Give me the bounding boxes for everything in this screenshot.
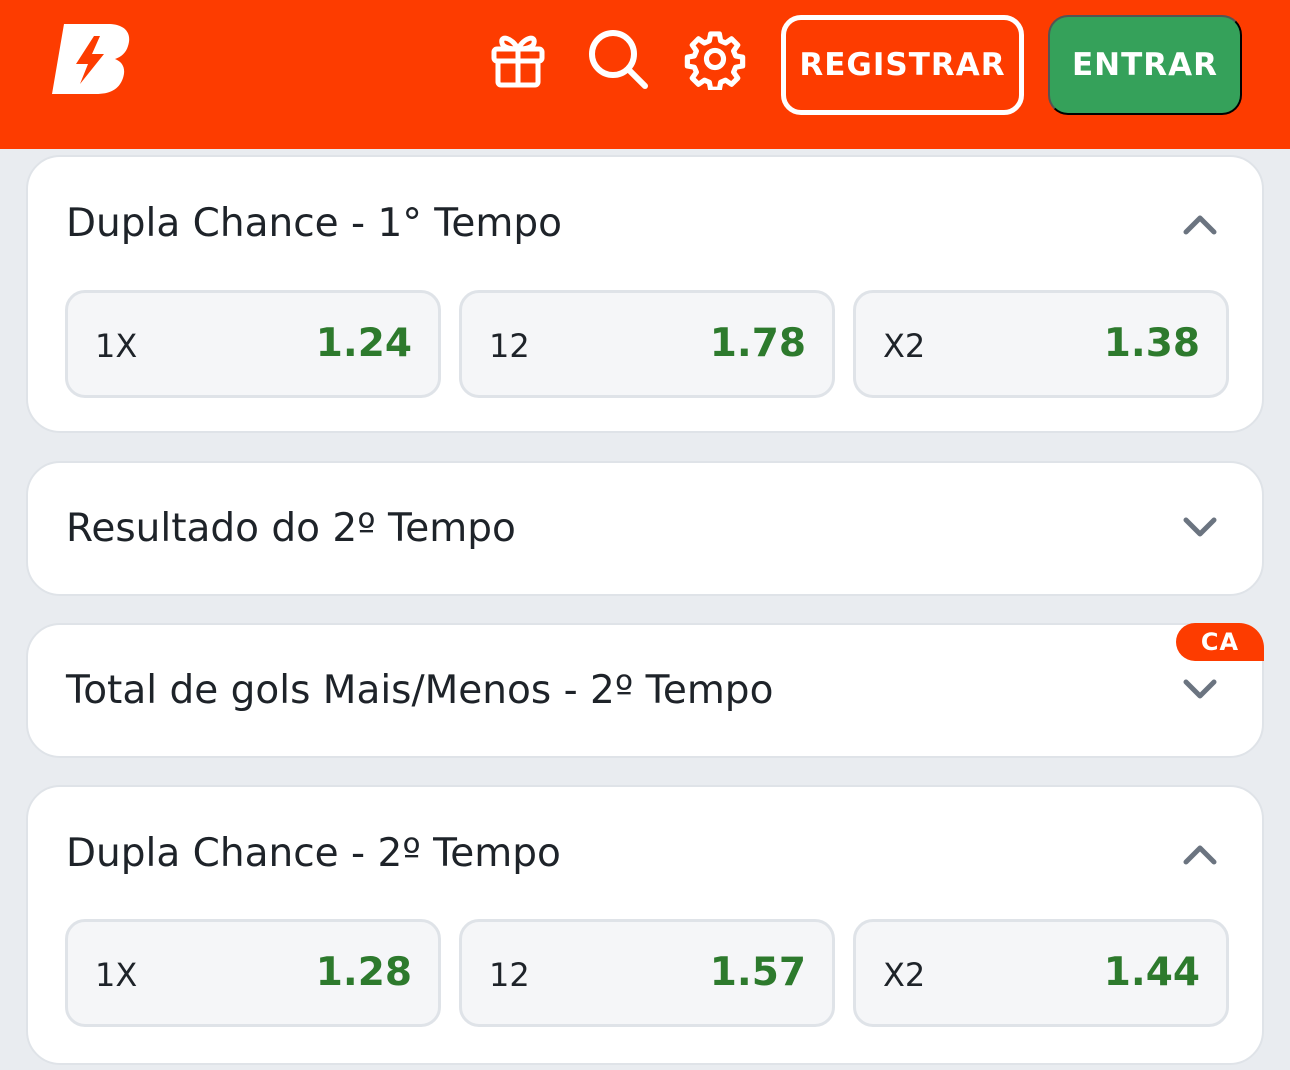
odd-button-1x[interactable]: 1X 1.28 [65, 919, 441, 1027]
odd-value: 1.78 [709, 321, 806, 366]
market-badge: CA [1176, 623, 1264, 661]
search-icon[interactable] [585, 26, 651, 92]
odd-button-x2[interactable]: X2 1.44 [853, 919, 1229, 1027]
market-title[interactable]: Resultado do 2º Tempo [66, 506, 516, 551]
market-card-2nd-half-result[interactable]: Resultado do 2º Tempo [26, 461, 1264, 596]
chevron-down-icon[interactable] [1180, 515, 1220, 541]
gift-icon[interactable] [485, 26, 551, 92]
odd-label: 12 [489, 956, 530, 994]
market-card-double-chance-1st-half: Dupla Chance - 1° Tempo 1X 1.24 12 1.78 … [26, 155, 1264, 433]
odd-label: 12 [489, 327, 530, 365]
chevron-up-icon[interactable] [1180, 841, 1220, 867]
chevron-up-icon[interactable] [1180, 211, 1220, 237]
odd-value: 1.38 [1103, 321, 1200, 366]
odd-button-1x[interactable]: 1X 1.24 [65, 290, 441, 398]
market-card-double-chance-2nd-half: Dupla Chance - 2º Tempo 1X 1.28 12 1.57 … [26, 785, 1264, 1065]
odd-label: X2 [883, 956, 926, 994]
odd-label: X2 [883, 327, 926, 365]
odds-row: 1X 1.24 12 1.78 X2 1.38 [65, 290, 1229, 398]
login-button[interactable]: ENTRAR [1048, 15, 1242, 115]
market-title[interactable]: Dupla Chance - 2º Tempo [66, 831, 561, 876]
odd-button-x2[interactable]: X2 1.38 [853, 290, 1229, 398]
market-card-total-goals-2nd-half[interactable]: CA Total de gols Mais/Menos - 2º Tempo [26, 623, 1264, 758]
odd-label: 1X [95, 327, 138, 365]
chevron-down-icon[interactable] [1180, 677, 1220, 703]
odds-row: 1X 1.28 12 1.57 X2 1.44 [65, 919, 1229, 1027]
odd-value: 1.57 [709, 950, 806, 995]
gear-icon[interactable] [682, 26, 748, 92]
odd-value: 1.44 [1103, 950, 1200, 995]
odd-value: 1.24 [315, 321, 412, 366]
brand-logo[interactable] [50, 22, 132, 96]
odd-value: 1.28 [315, 950, 412, 995]
top-header: REGISTRAR ENTRAR [0, 0, 1290, 149]
odd-button-12[interactable]: 12 1.57 [459, 919, 835, 1027]
odd-label: 1X [95, 956, 138, 994]
market-title[interactable]: Dupla Chance - 1° Tempo [66, 201, 562, 246]
odd-button-12[interactable]: 12 1.78 [459, 290, 835, 398]
market-title[interactable]: Total de gols Mais/Menos - 2º Tempo [66, 668, 773, 713]
register-button[interactable]: REGISTRAR [781, 15, 1024, 115]
